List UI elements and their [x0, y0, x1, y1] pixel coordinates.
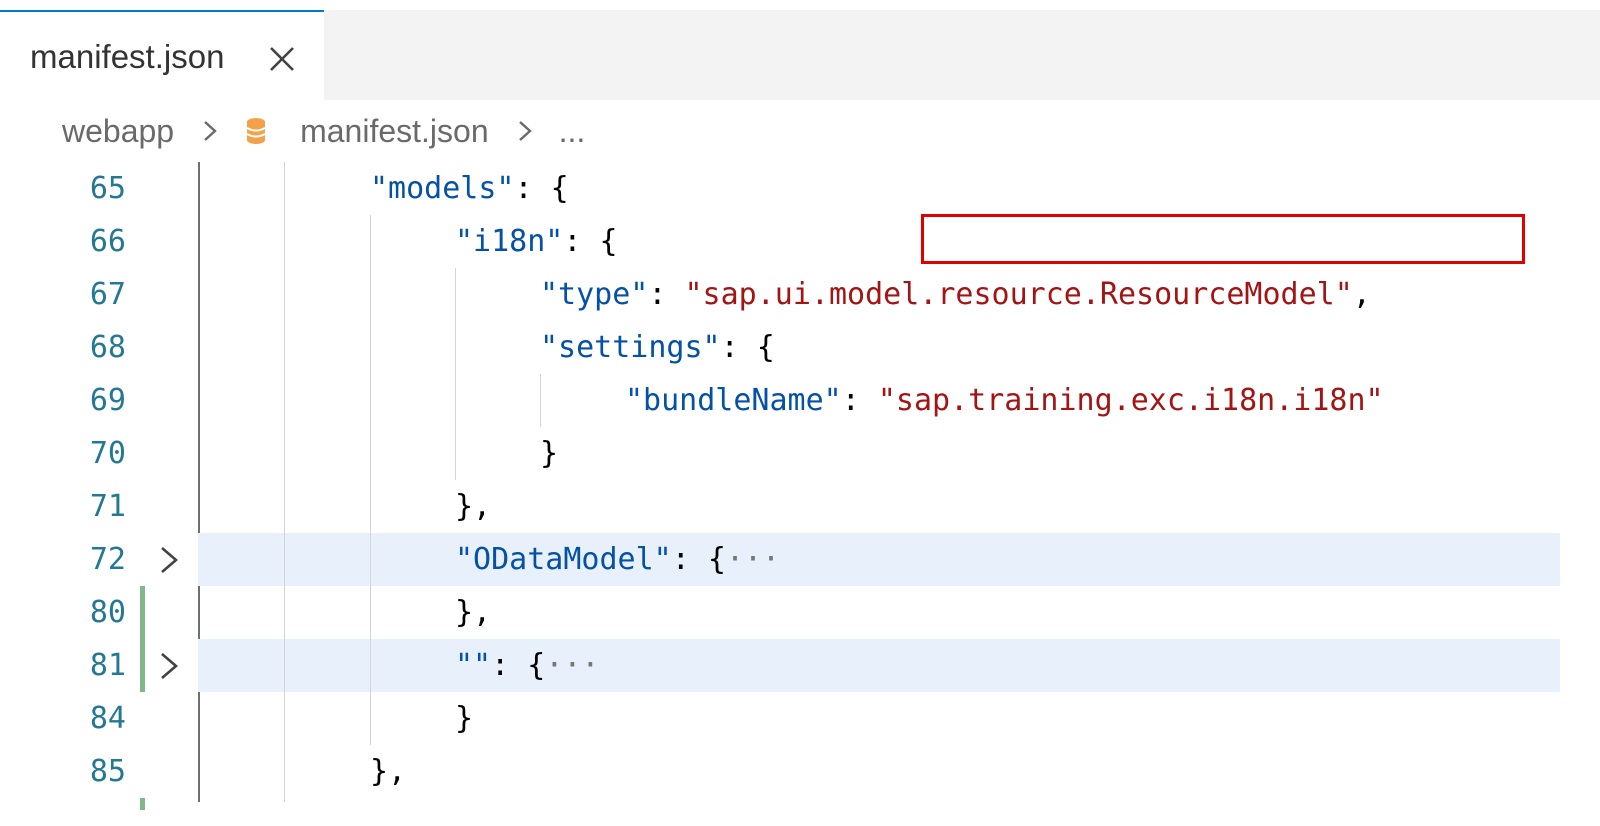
close-icon[interactable]	[265, 42, 299, 76]
code-line[interactable]: 72 "ODataModel": {···	[0, 533, 1600, 586]
indent-guide	[284, 162, 285, 802]
code-text: },	[455, 480, 491, 533]
line-number: 67	[89, 277, 126, 312]
indent-guide	[370, 215, 371, 745]
code-text: }	[540, 427, 558, 480]
code-line[interactable]: 80},	[0, 586, 1600, 639]
breadcrumb-item-webapp[interactable]: webapp	[62, 113, 174, 150]
json-key: "models"	[370, 171, 515, 206]
chevron-right-icon	[518, 121, 532, 141]
code-text: "type": "sap.ui.model.resource.ResourceM…	[540, 268, 1371, 321]
json-file-icon	[246, 118, 266, 144]
line-number: 68	[89, 330, 126, 365]
code-line[interactable]: 68 "settings": {	[0, 321, 1600, 374]
code-text: },	[370, 745, 406, 798]
line-number: 69	[89, 383, 126, 418]
indent-guide	[455, 268, 456, 480]
json-punctuation: },	[455, 595, 492, 630]
code-line[interactable]: 65 "models": {	[0, 162, 1600, 215]
git-modified-indicator	[140, 586, 145, 692]
json-punctuation: :	[648, 277, 685, 312]
json-key: ""	[455, 648, 492, 683]
tab-label: manifest.json	[30, 38, 225, 75]
json-punctuation: }	[540, 436, 559, 471]
annotation-highlight-box	[921, 214, 1525, 264]
json-punctuation: }	[455, 701, 474, 736]
json-punctuation: : {	[671, 542, 726, 577]
tab-strip: manifest.json	[0, 10, 1600, 100]
code-text: "": {···	[455, 639, 600, 692]
json-punctuation: : {	[720, 330, 775, 365]
line-number: 84	[89, 701, 126, 736]
folded-ellipsis: ···	[725, 542, 781, 577]
breadcrumb: webapp manifest.json ...	[62, 108, 585, 154]
code-text: "ODataModel": {···	[455, 533, 780, 586]
line-number: 71	[89, 489, 126, 524]
breadcrumb-item-manifest[interactable]: manifest.json	[300, 113, 489, 150]
line-number: 66	[89, 224, 126, 259]
line-number: 81	[89, 648, 126, 683]
folded-line-background	[198, 533, 1560, 586]
json-key: "ODataModel"	[455, 542, 672, 577]
line-number: 65	[89, 171, 126, 206]
json-punctuation: ,	[1352, 277, 1371, 312]
code-text: "models": {	[370, 162, 569, 215]
git-modified-indicator	[140, 798, 145, 810]
code-line[interactable]: 69 "bundleName": "sap.training.exc.i18n.i…	[0, 374, 1600, 427]
json-key: "settings"	[540, 330, 721, 365]
line-number: 80	[89, 595, 126, 630]
fold-chevron-icon[interactable]	[156, 649, 182, 683]
json-string: "sap.ui.model.resource.ResourceModel"	[684, 277, 1353, 312]
json-punctuation: : {	[491, 648, 546, 683]
line-number: 70	[89, 436, 126, 471]
code-line[interactable]: 71},	[0, 480, 1600, 533]
code-line[interactable]: 70}	[0, 427, 1600, 480]
json-key: "type"	[540, 277, 649, 312]
fold-chevron-icon[interactable]	[156, 543, 182, 577]
code-line[interactable]: 67 "type": "sap.ui.model.resource.Resourc…	[0, 268, 1600, 321]
json-key: "i18n"	[455, 224, 564, 259]
chevron-right-icon	[204, 121, 217, 141]
tab-manifest-json[interactable]: manifest.json	[0, 10, 324, 100]
code-text: }	[455, 692, 473, 745]
folded-line-background	[198, 639, 1560, 692]
json-string: "sap.training.exc.i18n.i18n"	[877, 383, 1384, 418]
code-line[interactable]: 84}	[0, 692, 1600, 745]
breadcrumb-item-symbols[interactable]: ...	[559, 113, 586, 150]
json-key: "bundleName"	[625, 383, 842, 418]
indent-guide	[540, 374, 541, 427]
json-punctuation: },	[370, 754, 407, 789]
folded-ellipsis: ···	[545, 648, 600, 683]
json-punctuation: : {	[514, 171, 569, 206]
code-text: "bundleName": "sap.training.exc.i18n.i18…	[625, 374, 1384, 427]
code-editor: manifest.json webapp manifest.json ... 6…	[0, 0, 1600, 826]
code-line[interactable]: 85},	[0, 745, 1600, 798]
json-punctuation: },	[455, 489, 492, 524]
line-number: 85	[89, 754, 126, 789]
line-number: 72	[89, 542, 126, 577]
code-text: "i18n": {	[455, 215, 618, 268]
code-text: },	[455, 586, 491, 639]
code-line[interactable]: 81 "": {···	[0, 639, 1600, 692]
code-text: "settings": {	[540, 321, 775, 374]
json-punctuation: :	[841, 383, 878, 418]
json-punctuation: : {	[563, 224, 618, 259]
